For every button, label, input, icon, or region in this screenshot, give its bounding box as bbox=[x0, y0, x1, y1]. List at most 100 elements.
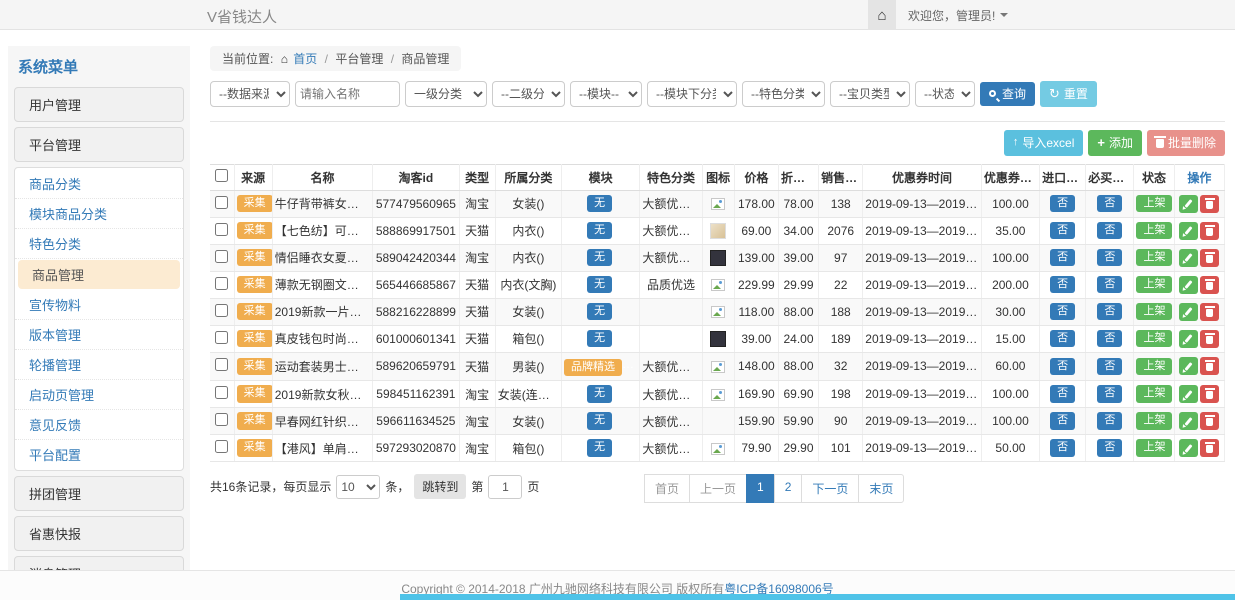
sidebar-item[interactable]: 平台配置 bbox=[15, 440, 183, 469]
delete-button[interactable] bbox=[1200, 412, 1219, 430]
pagination-button[interactable]: 下一页 bbox=[801, 474, 859, 503]
add-button[interactable]: + 添加 bbox=[1088, 130, 1142, 156]
select-all-checkbox[interactable] bbox=[215, 169, 228, 182]
delete-button[interactable] bbox=[1200, 385, 1219, 403]
import-excel-button[interactable]: ↑ 导入excel bbox=[1004, 130, 1084, 156]
delete-button[interactable] bbox=[1200, 357, 1219, 375]
feature-category-select[interactable]: --特色分类-- bbox=[742, 81, 825, 107]
import-select-toggle[interactable]: 否 bbox=[1050, 249, 1075, 267]
type-cell: 天猫 bbox=[459, 325, 495, 352]
delete-button[interactable] bbox=[1200, 303, 1219, 321]
search-button[interactable]: 查询 bbox=[980, 82, 1035, 106]
sidebar-item[interactable]: 商品分类 bbox=[15, 169, 183, 199]
row-checkbox[interactable] bbox=[215, 386, 228, 399]
edit-button[interactable] bbox=[1179, 412, 1198, 430]
import-select-toggle[interactable]: 否 bbox=[1050, 439, 1075, 457]
must-buy-toggle[interactable]: 否 bbox=[1097, 439, 1122, 457]
batch-delete-button[interactable]: 批量删除 bbox=[1147, 130, 1225, 156]
status-select[interactable]: --状态-- bbox=[915, 81, 975, 107]
row-checkbox[interactable] bbox=[215, 413, 228, 426]
page-number-input[interactable] bbox=[488, 475, 522, 499]
row-checkbox[interactable] bbox=[215, 196, 228, 209]
must-buy-toggle[interactable]: 否 bbox=[1097, 303, 1122, 321]
delete-button[interactable] bbox=[1200, 195, 1219, 213]
must-buy-toggle[interactable]: 否 bbox=[1097, 385, 1122, 403]
home-button[interactable]: ⌂ bbox=[868, 0, 896, 30]
sidebar-item[interactable]: 意见反馈 bbox=[15, 410, 183, 440]
level2-category-select[interactable]: --二级分类-- bbox=[492, 81, 565, 107]
row-checkbox[interactable] bbox=[215, 358, 228, 371]
pagination-button[interactable]: 首页 bbox=[644, 474, 690, 503]
sidebar-item[interactable]: 特色分类 bbox=[15, 229, 183, 259]
item-type-select[interactable]: --宝贝类型-- bbox=[830, 81, 910, 107]
import-select-toggle[interactable]: 否 bbox=[1050, 276, 1075, 294]
edit-button[interactable] bbox=[1179, 385, 1198, 403]
breadcrumb-home-link[interactable]: 首页 bbox=[293, 52, 317, 66]
datasource-select[interactable]: --数据来源-- bbox=[210, 81, 290, 107]
edit-button[interactable] bbox=[1179, 357, 1198, 375]
sidebar-item[interactable]: 版本管理 bbox=[15, 320, 183, 350]
edit-button[interactable] bbox=[1179, 439, 1198, 457]
import-select-cell: 否 bbox=[1040, 244, 1086, 271]
discount-price-cell: 29.90 bbox=[778, 435, 818, 462]
must-buy-toggle[interactable]: 否 bbox=[1097, 412, 1122, 430]
row-checkbox[interactable] bbox=[215, 304, 228, 317]
delete-button[interactable] bbox=[1200, 330, 1219, 348]
import-select-toggle[interactable]: 否 bbox=[1050, 358, 1075, 376]
jump-button[interactable]: 跳转到 bbox=[414, 474, 466, 499]
pagination-button[interactable]: 上一页 bbox=[689, 474, 747, 503]
delete-button[interactable] bbox=[1200, 276, 1219, 294]
table-row: 采集 薄款无钢圈文胸聚拢性... 565446685867 天猫 内衣(文胸) … bbox=[210, 271, 1225, 298]
sidebar-item[interactable]: 宣传物料 bbox=[15, 290, 183, 320]
must-buy-toggle[interactable]: 否 bbox=[1097, 195, 1122, 213]
edit-button[interactable] bbox=[1179, 303, 1198, 321]
sidebar-item[interactable]: 模块商品分类 bbox=[15, 199, 183, 229]
module-select[interactable]: --模块-- bbox=[570, 81, 642, 107]
per-page-select[interactable]: 10 bbox=[336, 475, 380, 499]
operations-cell bbox=[1174, 271, 1224, 298]
reset-button[interactable]: ↻ 重置 bbox=[1040, 81, 1097, 107]
sidebar-item[interactable]: 轮播管理 bbox=[15, 350, 183, 380]
feature-cell: 品质优选 bbox=[640, 271, 702, 298]
edit-button[interactable] bbox=[1179, 249, 1198, 267]
delete-button[interactable] bbox=[1200, 222, 1219, 240]
import-select-toggle[interactable]: 否 bbox=[1050, 303, 1075, 321]
import-select-toggle[interactable]: 否 bbox=[1050, 222, 1075, 240]
must-buy-toggle[interactable]: 否 bbox=[1097, 330, 1122, 348]
delete-button[interactable] bbox=[1200, 249, 1219, 267]
import-select-toggle[interactable]: 否 bbox=[1050, 330, 1075, 348]
sidebar-group[interactable]: 用户管理 bbox=[14, 87, 184, 122]
sidebar-group[interactable]: 拼团管理 bbox=[14, 476, 184, 511]
sidebar-item[interactable]: 启动页管理 bbox=[15, 380, 183, 410]
edit-button[interactable] bbox=[1179, 276, 1198, 294]
import-select-toggle[interactable]: 否 bbox=[1050, 195, 1075, 213]
must-buy-toggle[interactable]: 否 bbox=[1097, 276, 1122, 294]
import-select-toggle[interactable]: 否 bbox=[1050, 385, 1075, 403]
level1-category-select[interactable]: 一级分类 bbox=[405, 81, 487, 107]
row-checkbox[interactable] bbox=[215, 440, 228, 453]
row-checkbox[interactable] bbox=[215, 277, 228, 290]
pagination-button[interactable]: 1 bbox=[746, 474, 775, 503]
module-subcategory-select[interactable]: --模块下分类-- bbox=[647, 81, 737, 107]
edit-button[interactable] bbox=[1179, 195, 1198, 213]
sidebar-group[interactable]: 平台管理 bbox=[14, 127, 184, 162]
edit-button[interactable] bbox=[1179, 222, 1198, 240]
edit-button[interactable] bbox=[1179, 330, 1198, 348]
name-search-input[interactable] bbox=[295, 81, 400, 107]
pagination-button[interactable]: 2 bbox=[774, 474, 803, 503]
user-menu[interactable]: 欢迎您，管理员! bbox=[896, 0, 1020, 30]
sidebar-item[interactable]: 商品管理 bbox=[18, 260, 180, 289]
must-buy-toggle[interactable]: 否 bbox=[1097, 222, 1122, 240]
category-cell: 女装() bbox=[495, 190, 561, 217]
must-buy-toggle[interactable]: 否 bbox=[1097, 249, 1122, 267]
row-checkbox[interactable] bbox=[215, 223, 228, 236]
row-checkbox[interactable] bbox=[215, 331, 228, 344]
pagination-button[interactable]: 末页 bbox=[858, 474, 904, 503]
sidebar-group[interactable]: 省惠快报 bbox=[14, 516, 184, 551]
row-checkbox[interactable] bbox=[215, 250, 228, 263]
import-select-toggle[interactable]: 否 bbox=[1050, 412, 1075, 430]
delete-button[interactable] bbox=[1200, 439, 1219, 457]
sales-cell: 2076 bbox=[819, 217, 863, 244]
coupon-time-cell: 2019-09-13—2019-09-17 bbox=[863, 408, 982, 435]
must-buy-toggle[interactable]: 否 bbox=[1097, 358, 1122, 376]
